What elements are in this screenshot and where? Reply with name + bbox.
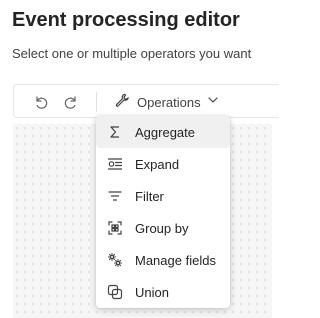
operations-dropdown-button[interactable]: Operations — [114, 91, 219, 113]
redo-icon — [63, 94, 79, 110]
page-subtitle: Select one or multiple operators you wan… — [12, 46, 252, 61]
chevron-down-icon — [207, 93, 219, 111]
menu-item-filter[interactable]: Filter — [96, 180, 230, 212]
menu-item-label: Filter — [135, 188, 164, 204]
menu-item-union[interactable]: Union — [96, 276, 230, 308]
redo-button[interactable] — [61, 92, 81, 112]
toolbar-divider — [96, 92, 97, 112]
menu-item-expand[interactable]: Expand — [96, 148, 230, 180]
filter-icon — [107, 188, 123, 204]
menu-item-label: Expand — [135, 156, 180, 172]
menu-item-manage-fields[interactable]: Manage fields — [96, 244, 230, 276]
editor-toolbar: Operations — [13, 84, 279, 118]
page-title: Event processing editor — [12, 9, 240, 31]
sigma-icon — [107, 124, 123, 140]
union-icon — [107, 284, 123, 300]
expand-icon — [107, 156, 123, 172]
menu-item-label: Aggregate — [135, 124, 195, 140]
undo-button[interactable] — [31, 92, 51, 112]
wrench-icon — [114, 92, 130, 113]
operations-label: Operations — [137, 94, 201, 110]
operations-menu: Aggregate Expand Filter Group by Manage … — [96, 116, 230, 308]
menu-item-group-by[interactable]: Group by — [96, 212, 230, 244]
menu-item-label: Union — [135, 284, 169, 300]
manage-fields-icon — [107, 252, 123, 268]
menu-item-label: Group by — [135, 220, 189, 236]
group-by-icon — [107, 220, 123, 236]
undo-icon — [33, 94, 49, 110]
menu-item-label: Manage fields — [135, 252, 216, 268]
menu-item-aggregate[interactable]: Aggregate — [96, 116, 230, 148]
